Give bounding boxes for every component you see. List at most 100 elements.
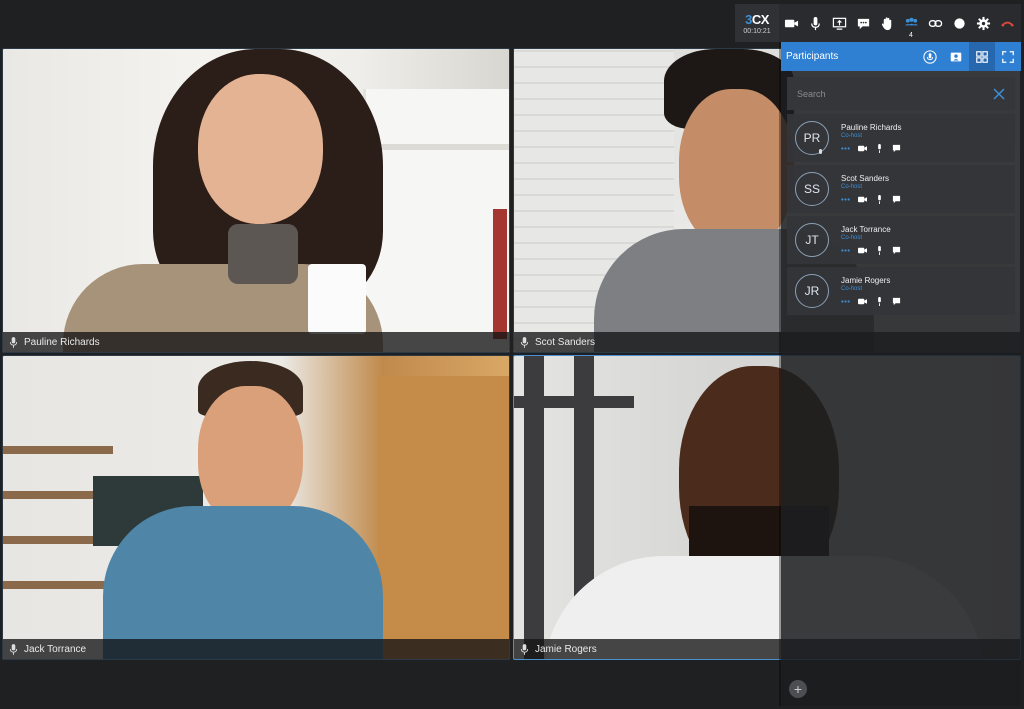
participant-item[interactable]: JT Jack Torrance Co-host <box>787 216 1015 264</box>
participant-info: Jack Torrance Co-host <box>841 225 901 255</box>
meeting-toolbar: 3CX 00:10:21 4 <box>735 4 1021 42</box>
search-input[interactable] <box>797 88 993 99</box>
microphone-icon <box>9 336 18 348</box>
participant-name: Jamie Rogers <box>535 643 597 655</box>
link-icon <box>928 19 942 27</box>
participant-name: Jack Torrance <box>24 643 87 655</box>
microphone-icon[interactable] <box>875 195 884 204</box>
participant-name: Pauline Richards <box>24 336 100 348</box>
participant-role: Co-host <box>841 133 863 139</box>
chat-icon[interactable] <box>892 297 901 306</box>
more-icon[interactable] <box>841 195 850 204</box>
participant-name: Jack Torrance <box>841 225 891 234</box>
participant-item[interactable]: SS Scot Sanders Co-host <box>787 165 1015 213</box>
close-icon[interactable] <box>993 87 1005 100</box>
participants-count: 4 <box>909 32 913 39</box>
chat-icon[interactable] <box>892 144 901 153</box>
avatar: PR <box>795 121 829 155</box>
participant-search <box>787 77 1015 110</box>
camera-icon[interactable] <box>858 246 867 255</box>
share-screen-button[interactable] <box>827 4 851 42</box>
participant-item[interactable]: PR Pauline Richards Co-host <box>787 114 1015 162</box>
camera-icon[interactable] <box>858 195 867 204</box>
plus-icon: + <box>793 681 803 697</box>
gear-icon <box>976 16 990 30</box>
presenter-view-button[interactable] <box>943 42 969 71</box>
logo-suffix: CX <box>751 11 770 27</box>
presenter-icon <box>950 52 962 61</box>
settings-button[interactable] <box>971 4 995 42</box>
participants-icon <box>904 17 918 25</box>
participant-info: Jamie Rogers Co-host <box>841 276 901 306</box>
grid-icon <box>976 50 988 63</box>
microphone-circle-icon <box>923 49 937 64</box>
call-timer: 00:10:21 <box>743 27 771 35</box>
participant-name: Scot Sanders <box>841 174 890 183</box>
microphone-icon <box>9 643 18 655</box>
panel-title: Participants <box>786 51 839 62</box>
participant-role: Co-host <box>841 184 863 190</box>
camera-icon <box>784 19 798 27</box>
video-feed <box>3 356 509 659</box>
chat-icon[interactable] <box>892 195 901 204</box>
avatar: JT <box>795 223 829 257</box>
microphone-icon <box>520 643 529 655</box>
chat-icon[interactable] <box>892 246 901 255</box>
participant-info: Scot Sanders Co-host <box>841 174 901 204</box>
participant-list: PR Pauline Richards Co-host SS Scot Sand <box>781 114 1021 315</box>
microphone-icon[interactable] <box>875 144 884 153</box>
participant-role: Co-host <box>841 235 863 241</box>
share-screen-icon <box>832 17 846 30</box>
avatar-initials: JT <box>805 233 819 247</box>
name-label: Pauline Richards <box>3 332 509 352</box>
hangup-button[interactable] <box>995 4 1019 42</box>
grid-view-button[interactable] <box>969 42 995 71</box>
camera-icon[interactable] <box>858 297 867 306</box>
panel-header: Participants <box>781 42 1021 71</box>
microphone-icon[interactable] <box>875 246 884 255</box>
participant-actions <box>841 144 901 153</box>
fullscreen-icon <box>1002 50 1014 63</box>
participant-name: Jamie Rogers <box>841 276 891 285</box>
more-icon[interactable] <box>841 246 850 255</box>
logo-3cx: 3CX <box>745 12 769 27</box>
avatar-initials: PR <box>803 131 821 145</box>
raise-hand-icon <box>881 16 891 30</box>
hangup-icon <box>1000 21 1014 27</box>
participant-item[interactable]: JR Jamie Rogers Co-host <box>787 267 1015 315</box>
microphone-button[interactable] <box>803 4 827 42</box>
name-label: Jack Torrance <box>3 639 509 659</box>
participant-actions <box>841 195 901 204</box>
mute-all-button[interactable] <box>917 42 943 71</box>
video-feed <box>3 49 509 352</box>
raise-hand-button[interactable] <box>875 4 899 42</box>
record-button[interactable] <box>947 4 971 42</box>
chat-button[interactable] <box>851 4 875 42</box>
participants-button[interactable]: 4 <box>899 4 923 42</box>
record-icon <box>953 17 965 29</box>
brand-logo: 3CX 00:10:21 <box>735 4 779 42</box>
fullscreen-button[interactable] <box>995 42 1021 71</box>
participant-name: Scot Sanders <box>535 336 596 348</box>
microphone-icon[interactable] <box>875 297 884 306</box>
participant-actions <box>841 246 901 255</box>
participant-role: Co-host <box>841 286 863 292</box>
logo-prefix: 3 <box>745 11 752 27</box>
camera-icon[interactable] <box>858 144 867 153</box>
avatar-initials: SS <box>803 182 820 196</box>
microphone-icon <box>810 16 820 30</box>
link-button[interactable] <box>923 4 947 42</box>
participants-panel: Participants PR Pauline Richards Co-host <box>781 42 1021 706</box>
participant-actions <box>841 297 901 306</box>
video-tile-pauline-richards[interactable]: Pauline Richards <box>2 48 510 353</box>
more-icon[interactable] <box>841 144 850 153</box>
camera-button[interactable] <box>779 4 803 42</box>
video-tile-jack-torrance[interactable]: Jack Torrance <box>2 355 510 660</box>
avatar: JR <box>795 274 829 308</box>
microphone-icon <box>520 336 529 348</box>
chat-icon <box>857 18 869 29</box>
avatar: SS <box>795 172 829 206</box>
microphone-icon <box>819 149 822 154</box>
add-participant-button[interactable]: + <box>789 680 807 698</box>
more-icon[interactable] <box>841 297 850 306</box>
